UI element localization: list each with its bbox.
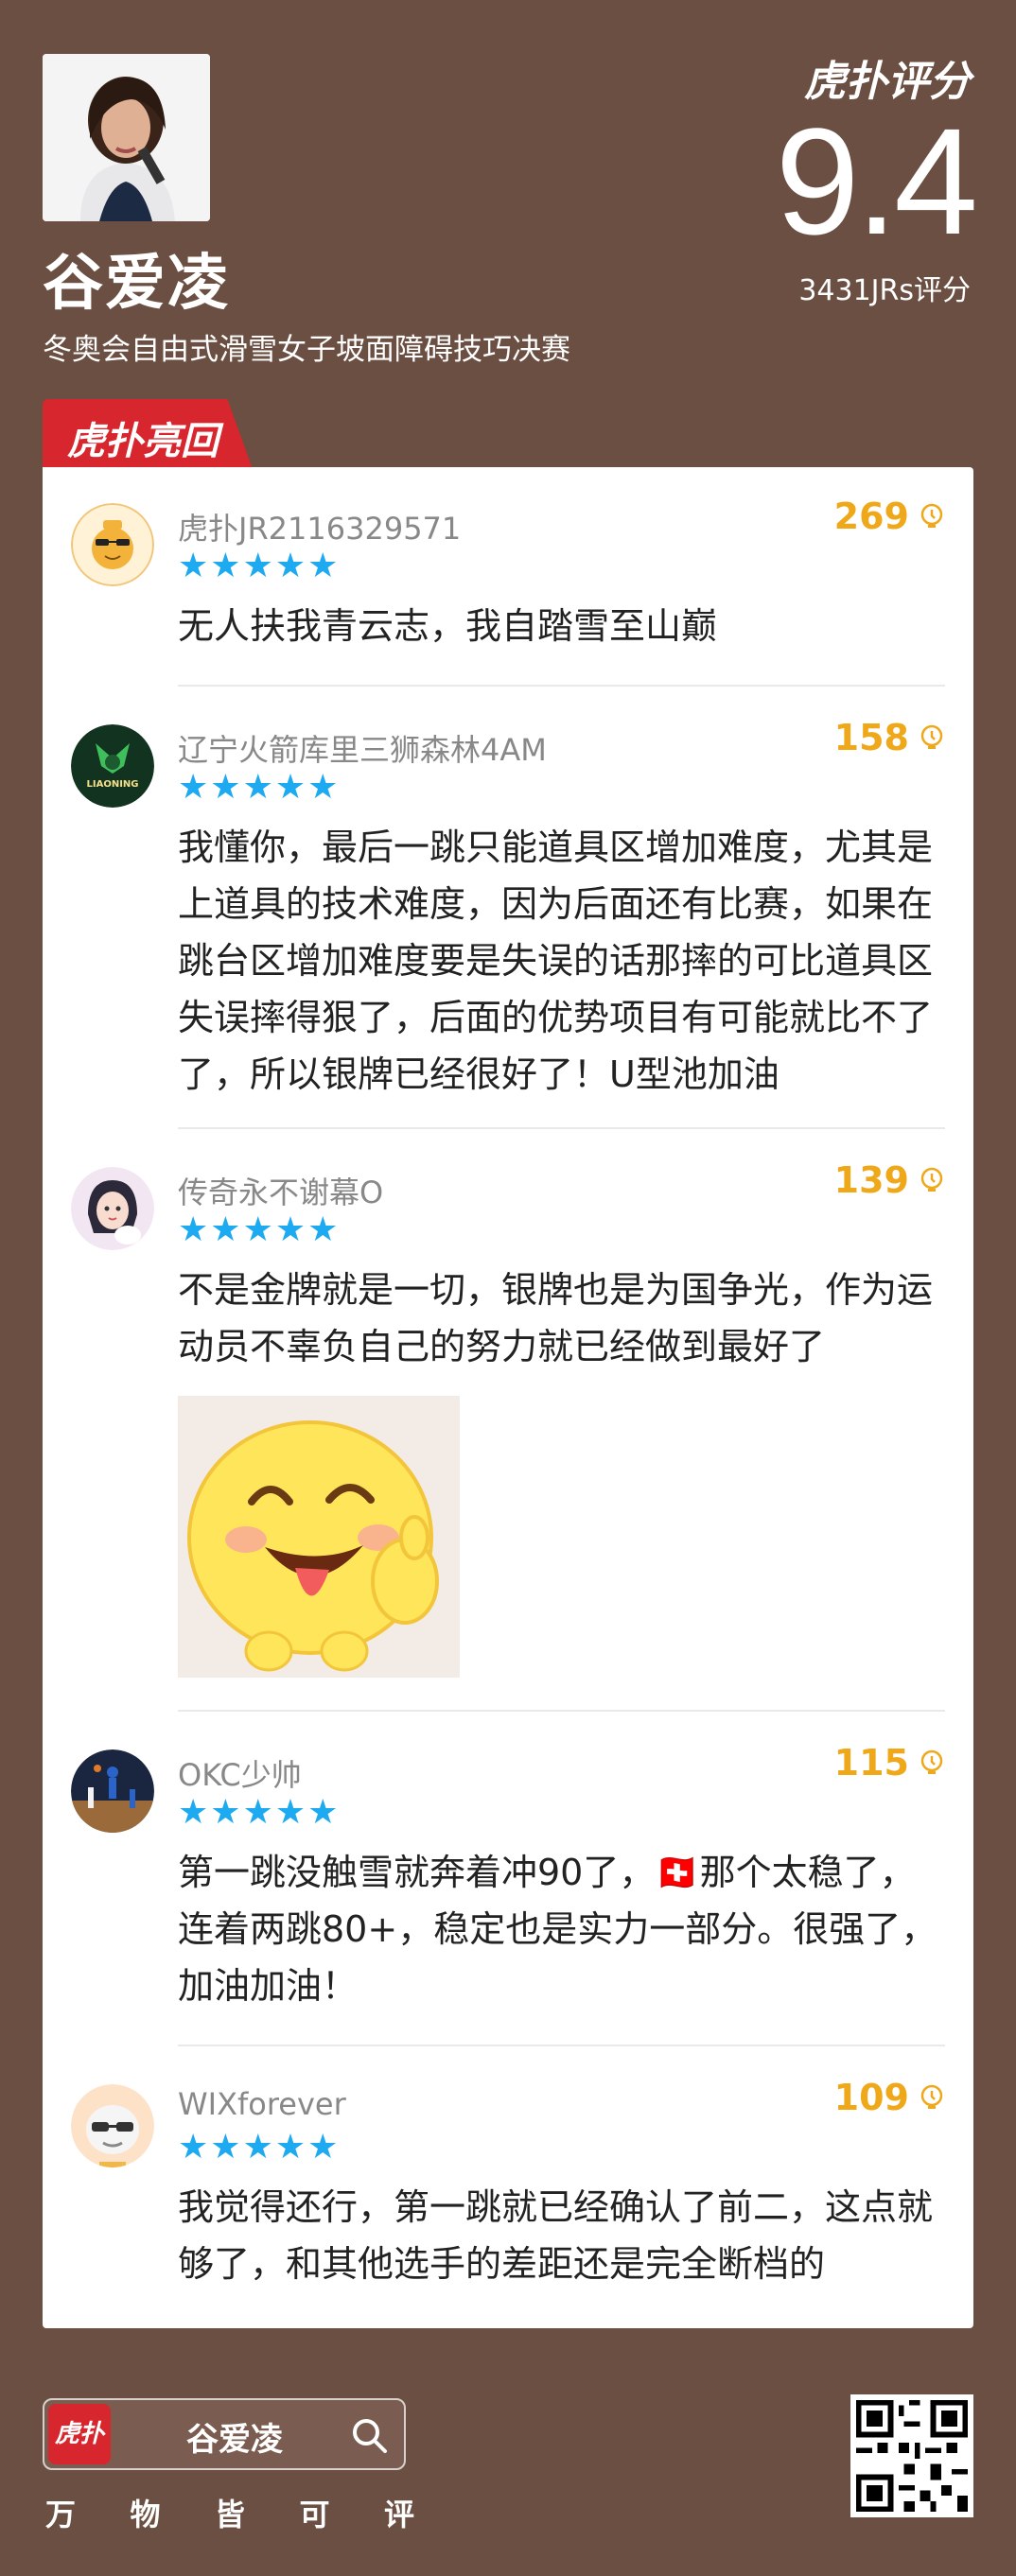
comment-username[interactable]: 辽宁火箭库里三狮森林4AM (178, 726, 547, 770)
like-count-value: 269 (833, 496, 909, 537)
comments-card: 虎扑JR2116329571 ★★★★★ 269 无人扶我青云志，我自踏雪至山巅… (43, 467, 973, 2328)
search-bar[interactable]: 虎扑 谷爱凌 (43, 2398, 406, 2470)
comment-text: 我觉得还行，第一跳就已经确认了前二，这点就够了，和其他选手的差距还是完全断档的 (178, 2186, 934, 2285)
like-count-value: 139 (833, 1159, 909, 1201)
comment-username[interactable]: 传奇永不谢幕O (178, 1169, 383, 1212)
divider (178, 685, 945, 687)
slogan-char: 可 (299, 2497, 330, 2532)
highlight-replies-tag: 虎扑亮回复 (43, 399, 253, 469)
comment-item: 虎扑JR2116329571 ★★★★★ 269 无人扶我青云志，我自踏雪至山巅 (43, 467, 973, 687)
slogan-char: 物 (130, 2497, 161, 2532)
player-name: 谷爱凌 (43, 249, 230, 319)
qr-code[interactable] (850, 2394, 973, 2517)
player-portrait (43, 54, 210, 221)
sunglasses-avatar-icon[interactable] (71, 2084, 154, 2167)
search-query[interactable]: 谷爱凌 (186, 2413, 283, 2460)
like-count-value: 109 (833, 2077, 909, 2118)
lightbulb-icon[interactable] (919, 503, 945, 530)
basketball-photo-avatar-icon[interactable] (71, 1749, 154, 1833)
slogan: 万 物 皆 可 评 (45, 2491, 414, 2534)
comment-text: 不是金牌就是一切，银牌也是为国争光，作为运动员不辜负自己的努力就已经做到最好了 (178, 1269, 934, 1367)
hupu-default-avatar-icon[interactable] (71, 503, 154, 586)
slogan-char: 万 (45, 2497, 77, 2532)
like-count[interactable]: 109 (834, 2077, 945, 2118)
lightbulb-icon[interactable] (919, 1749, 945, 1776)
rating-stars: ★★★★★ (178, 2128, 339, 2167)
comment-text: 第一跳没触雪就奔着冲90了，🇨🇭那个太稳了，连着两跳80+，稳定也是实力一部分。… (178, 1852, 937, 2007)
like-count[interactable]: 269 (834, 496, 945, 537)
rating-stars: ★★★★★ (178, 1210, 339, 1249)
comment-username[interactable]: WIXforever (178, 2086, 346, 2122)
like-count[interactable]: 115 (834, 1742, 945, 1784)
event-name: 冬奥会自由式滑雪女子坡面障碍技巧决赛 (43, 333, 570, 367)
hupu-logo-icon: 虎扑 (48, 2404, 111, 2464)
lightbulb-icon[interactable] (919, 2084, 945, 2111)
rating-stars: ★★★★★ (178, 768, 339, 807)
comment-text: 无人扶我青云志，我自踏雪至山巅 (178, 605, 718, 647)
comment-item: WIXforever ★★★★★ 109 我觉得还行，第一跳就已经确认了前二，这… (43, 2048, 973, 2328)
rating-count: 3431JRs评分 (798, 274, 971, 307)
slogan-char: 皆 (214, 2497, 245, 2532)
comment-item: LIAONING 辽宁火箭库里三狮森林4AM ★★★★★ 158 我懂你，最后一… (43, 688, 973, 1129)
rating-stars: ★★★★★ (178, 547, 339, 585)
overall-score: 9.4 (775, 96, 978, 266)
lightbulb-icon[interactable] (919, 1167, 945, 1193)
liaoning-team-logo-icon[interactable]: LIAONING (71, 724, 154, 808)
like-count-value: 158 (833, 717, 909, 758)
search-icon[interactable] (349, 2415, 389, 2455)
header: 谷爱凌 冬奥会自由式滑雪女子坡面障碍技巧决赛 虎扑评分 9.4 3431JRs评… (0, 0, 1016, 397)
comment-username[interactable]: 虎扑JR2116329571 (178, 505, 461, 548)
like-count[interactable]: 139 (834, 1159, 945, 1201)
comment-item: OKC少帅 ★★★★★ 115 第一跳没触雪就奔着冲90了，🇨🇭那个太稳了，连着… (43, 1714, 973, 2046)
comment-username[interactable]: OKC少帅 (178, 1751, 302, 1795)
like-count[interactable]: 158 (834, 717, 945, 758)
svg-text:LIAONING: LIAONING (87, 779, 139, 790)
divider (178, 1127, 945, 1129)
anime-girl-avatar-icon[interactable] (71, 1167, 154, 1250)
laughing-emoji-sticker[interactable] (178, 1396, 460, 1678)
rating-stars: ★★★★★ (178, 1793, 339, 1832)
lightbulb-icon[interactable] (919, 724, 945, 751)
comment-item: 传奇永不谢幕O ★★★★★ 139 不是金牌就是一切，银牌也是为国争光，作为运动… (43, 1131, 973, 1712)
divider (178, 2045, 945, 2046)
like-count-value: 115 (833, 1742, 909, 1784)
footer: 虎扑 谷爱凌 万 物 皆 可 评 (0, 2328, 1016, 2576)
comment-text: 我懂你，最后一跳只能道具区增加难度，尤其是上道具的技术难度，因为后面还有比赛，如… (178, 827, 934, 1095)
slogan-char: 评 (383, 2497, 414, 2532)
divider (178, 1710, 945, 1712)
